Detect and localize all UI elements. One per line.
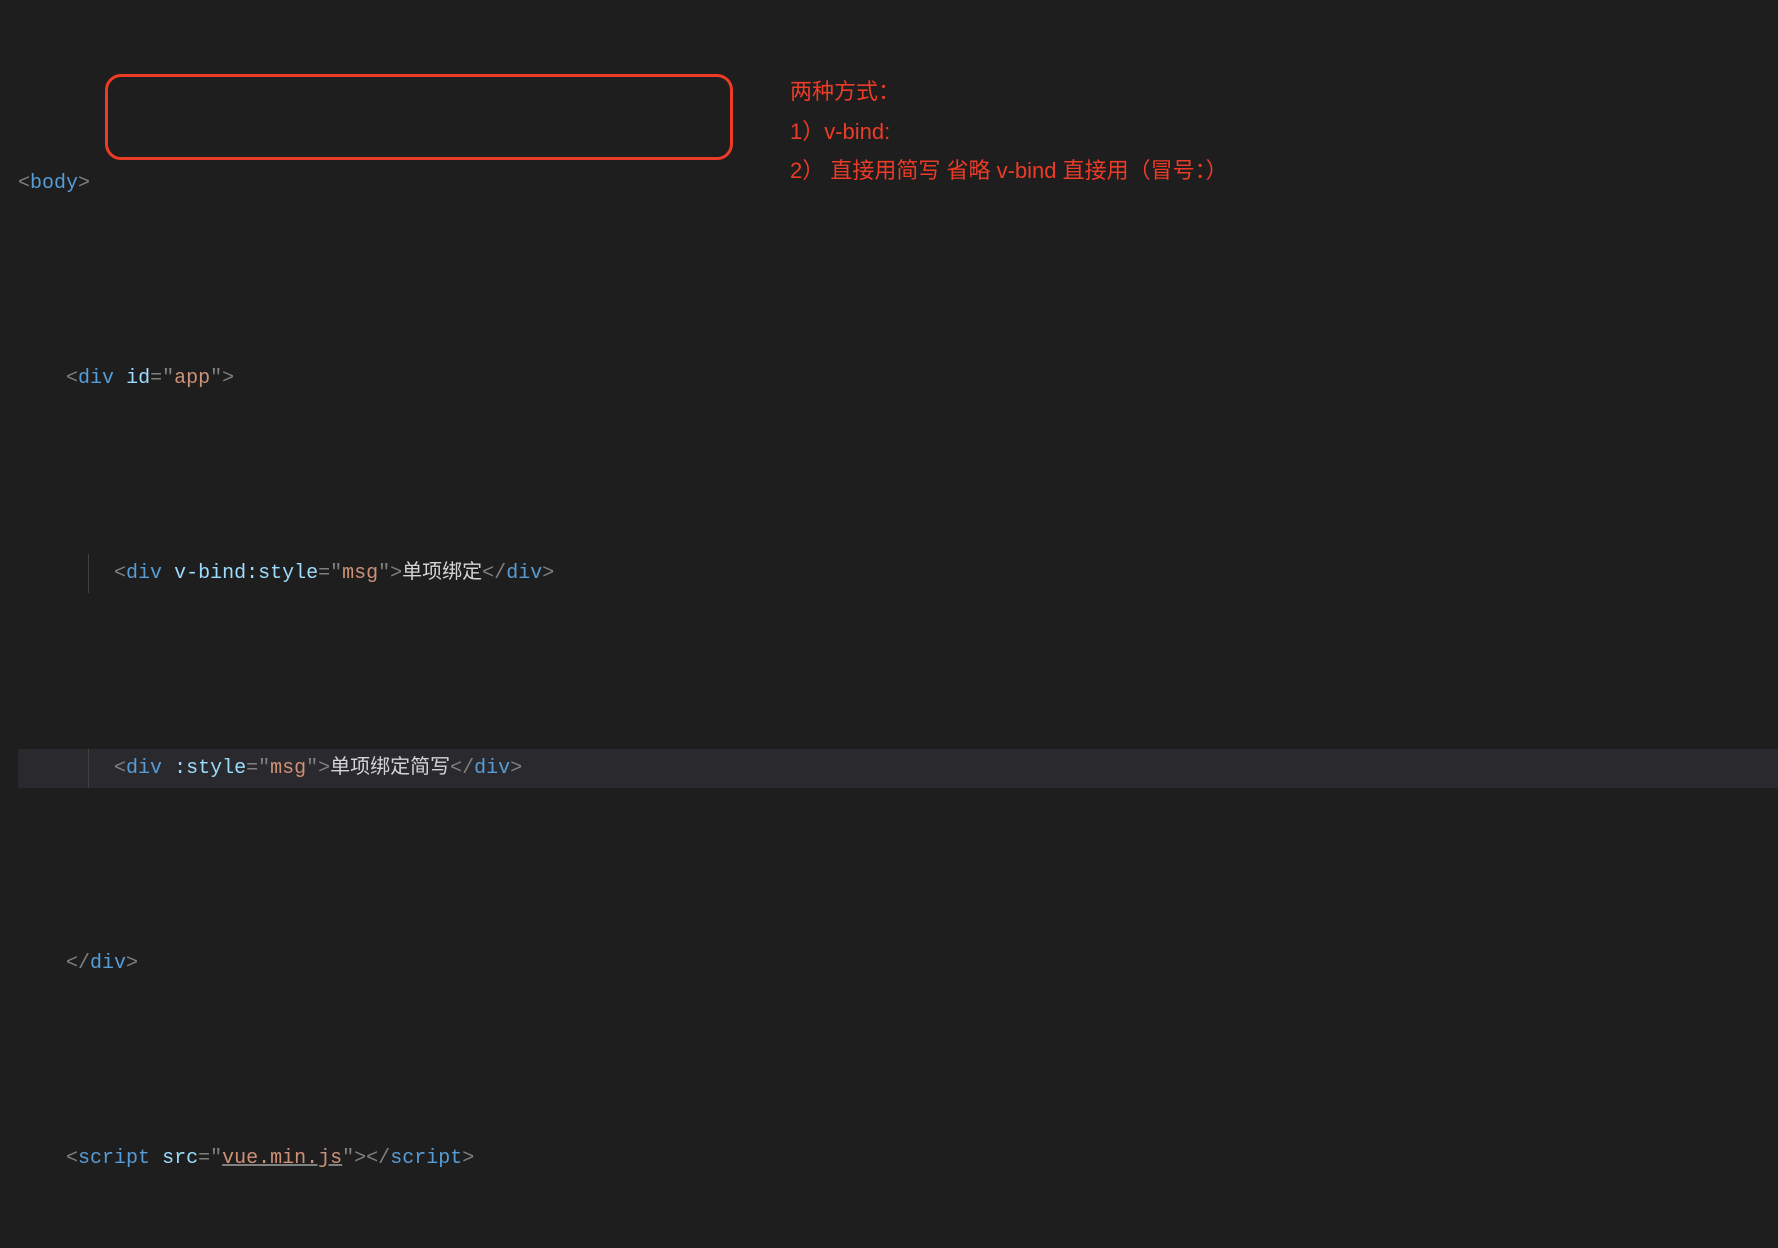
code-token: = [318,562,330,585]
code-line[interactable]: <div v-bind:style="msg">单项绑定</div> [18,554,1778,593]
code-token: msg [342,562,378,585]
code-line-active[interactable]: <div :style="msg">单项绑定简写</div> [18,749,1778,788]
annotation-line: 两种方式： [790,72,1228,112]
code-token: > [462,1147,474,1170]
code-token: " [210,367,222,390]
code-token: vue.min.js [222,1147,342,1170]
code-token: < [114,562,126,585]
code-token: </ [66,952,90,975]
annotation-text: 两种方式： 1）v-bind: 2） 直接用简写 省略 v-bind 直接用（冒… [790,72,1228,191]
code-token: msg [270,757,306,780]
code-token: </ [366,1147,390,1170]
code-token: div [78,367,114,390]
code-token: > [222,367,234,390]
code-token: " [342,1147,354,1170]
code-token: div [474,757,510,780]
code-token: app [174,367,210,390]
code-token: " [258,757,270,780]
code-token: " [210,1147,222,1170]
code-token: div [126,757,162,780]
code-token: script [78,1147,150,1170]
code-token: :style [174,757,246,780]
code-token: id [126,367,150,390]
code-token: = [150,367,162,390]
code-token: </ [482,562,506,585]
code-token: < [18,172,30,195]
code-token: < [66,1147,78,1170]
code-token: > [390,562,402,585]
code-token: div [126,562,162,585]
code-token: 单项绑定简写 [330,757,450,780]
code-token: " [378,562,390,585]
code-line[interactable]: <script src="vue.min.js"></script> [18,1139,1778,1178]
code-token: > [542,562,554,585]
code-token: </ [450,757,474,780]
code-token: > [510,757,522,780]
code-token: = [198,1147,210,1170]
code-token: div [90,952,126,975]
code-token: src [162,1147,198,1170]
code-token: < [114,757,126,780]
code-line[interactable]: </div> [18,944,1778,983]
code-token: v-bind:style [174,562,318,585]
annotation-line: 2） 直接用简写 省略 v-bind 直接用（冒号：） [790,151,1228,191]
code-token: > [318,757,330,780]
code-token: < [66,367,78,390]
code-token: " [330,562,342,585]
annotation-line: 1）v-bind: [790,112,1228,152]
code-token: > [126,952,138,975]
code-token: 单项绑定 [402,562,482,585]
code-token: div [506,562,542,585]
code-token: body [30,172,78,195]
code-token: = [246,757,258,780]
code-line[interactable]: <div id="app"> [18,359,1778,398]
code-token: > [354,1147,366,1170]
code-token: > [78,172,90,195]
code-token: " [162,367,174,390]
code-token: script [390,1147,462,1170]
code-token: " [306,757,318,780]
